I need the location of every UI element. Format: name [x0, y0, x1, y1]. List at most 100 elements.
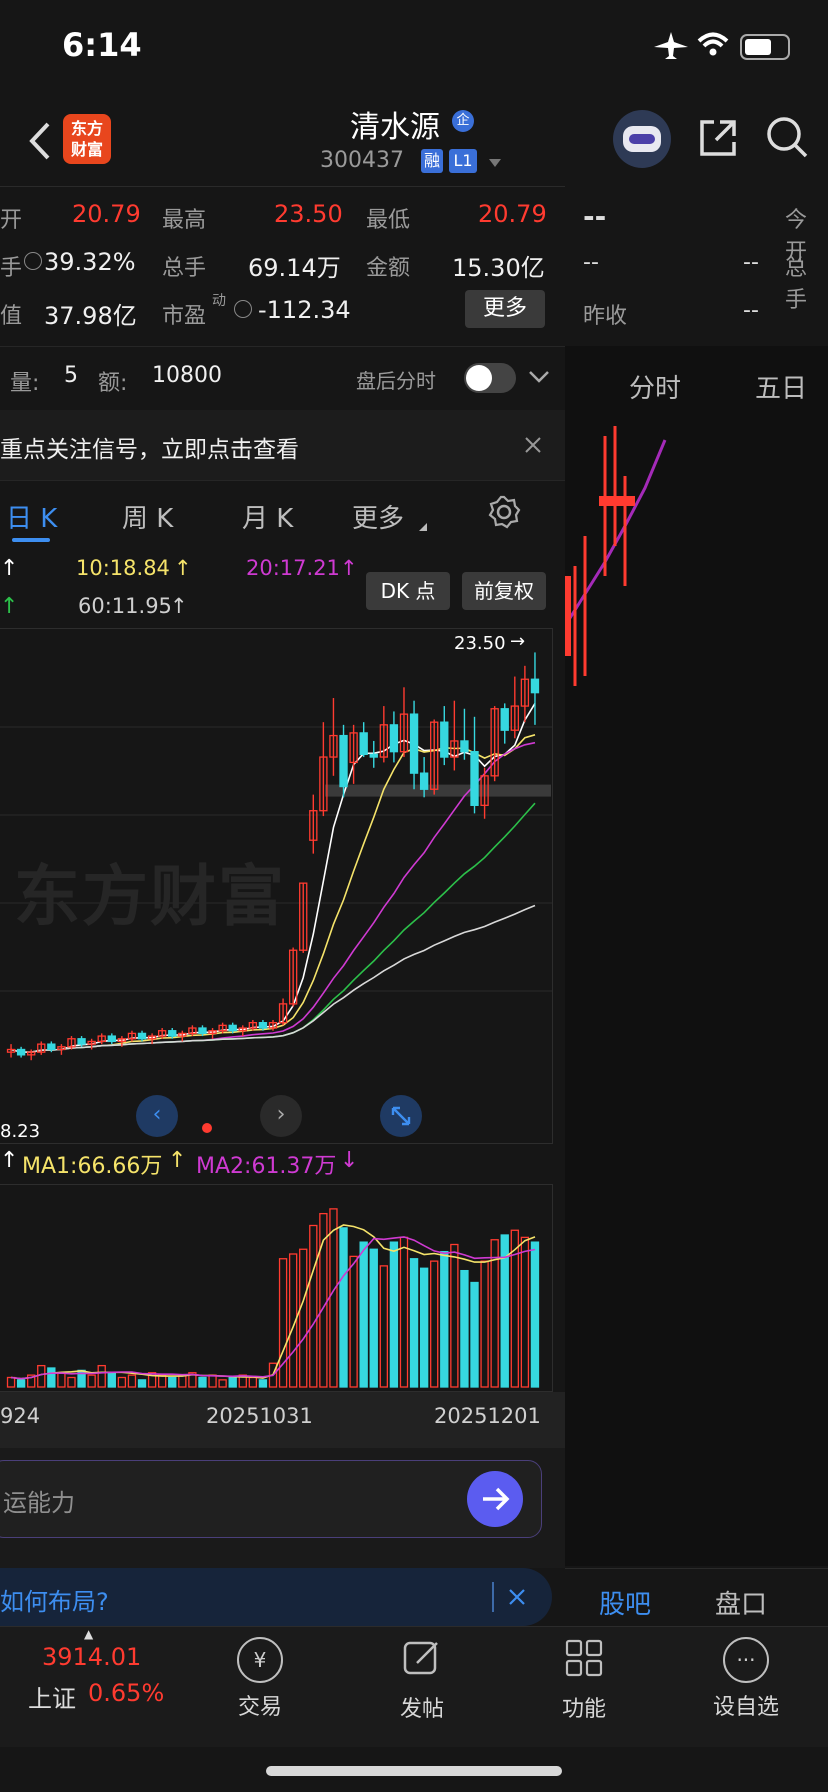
search-icon[interactable]: [766, 116, 810, 160]
index-value[interactable]: 3914.01: [42, 1643, 141, 1671]
tab-day-k[interactable]: 日 K: [6, 498, 57, 535]
robot-avatar-icon[interactable]: [613, 110, 671, 168]
more-stats-button[interactable]: 更多: [465, 290, 545, 328]
send-arrow-icon[interactable]: [467, 1471, 523, 1527]
layout-banner[interactable]: 如何布局?: [0, 1568, 552, 1626]
market-cap-value: 37.98亿: [44, 302, 137, 330]
tab-intraday[interactable]: 分时: [629, 368, 681, 405]
volume-bar: [369, 1248, 378, 1388]
volume-bar: [248, 1376, 258, 1388]
signal-notice[interactable]: 重点关注信号，立即点击查看: [0, 410, 565, 481]
chevron-left-icon[interactable]: [26, 120, 54, 162]
ma60-arrow: ↑: [170, 594, 188, 618]
close-icon[interactable]: [508, 1588, 526, 1606]
volume-bar: [107, 1372, 116, 1388]
nav-add-watchlist[interactable]: ··· 设自选: [686, 1637, 806, 1721]
dk-point-button[interactable]: DK 点: [366, 572, 450, 610]
bg-candle-body: [599, 496, 635, 506]
right-kline-svg: [565, 426, 667, 686]
index-up-triangle-icon: ▲: [84, 1627, 94, 1641]
kline-chart[interactable]: 东方财富 23.50 → 8.23 ‹ ›: [0, 628, 553, 1144]
tab-active-indicator: [12, 538, 50, 542]
candle-body: [107, 1035, 116, 1043]
nav-function[interactable]: 功能: [524, 1637, 644, 1723]
share-icon[interactable]: [698, 118, 738, 158]
volume-bar: [339, 1227, 348, 1388]
app-logo[interactable]: 东方 财富: [63, 114, 111, 164]
tab-month-k[interactable]: 月 K: [242, 498, 293, 535]
scroll-left-button[interactable]: ‹: [136, 1095, 178, 1137]
logo-text-bottom: 财富: [70, 140, 103, 159]
pe-info-icon[interactable]: [234, 300, 252, 318]
volume-bar: [178, 1374, 187, 1388]
tab-more[interactable]: 更多: [352, 498, 404, 535]
volume-bar: [460, 1269, 469, 1388]
nav-trade[interactable]: ¥ 交易: [200, 1637, 320, 1721]
volume-row: 量: 5 额: 10800 盘后分时: [0, 346, 565, 412]
tab-week-k[interactable]: 周 K: [122, 498, 173, 535]
volume-chart[interactable]: [0, 1184, 553, 1392]
scroll-right-button[interactable]: ›: [260, 1095, 302, 1137]
volume-bar: [470, 1281, 479, 1388]
total-volume-label: 总手: [162, 256, 207, 281]
ai-input-field[interactable]: 运能力: [0, 1460, 542, 1538]
home-indicator: [266, 1766, 562, 1776]
volume-bar: [349, 1255, 358, 1388]
volume-svg: [6, 1208, 540, 1388]
after-hours-toggle[interactable]: [464, 363, 516, 393]
yen-icon: ¥: [237, 1637, 283, 1683]
low-price-label: 8.23: [0, 1121, 41, 1142]
volume-value: 5: [64, 363, 78, 388]
date-axis: 924 20251031 20251201: [0, 1392, 565, 1448]
nav-header: 东方 财富 清水源 企 300437 融 L1: [0, 96, 828, 187]
tab-stock-forum[interactable]: 股吧: [599, 1584, 651, 1621]
vol-ma2: MA2:61.37万: [196, 1154, 337, 1179]
candle-body: [47, 1043, 56, 1051]
gear-icon[interactable]: [486, 494, 522, 530]
nav-post[interactable]: 发帖: [362, 1637, 482, 1723]
volume-bar: [480, 1260, 489, 1388]
volume-bar: [117, 1376, 127, 1388]
volume-bar: [198, 1376, 207, 1388]
ma30-arrow: ↑: [0, 594, 19, 619]
forward-adjust-button[interactable]: 前复权: [462, 572, 546, 610]
right-total-label: 总手: [785, 256, 808, 313]
ma60-value: 60:11.95: [78, 594, 172, 618]
dropdown-triangle-icon[interactable]: [488, 158, 502, 168]
ai-input-area: 运能力: [0, 1448, 565, 1568]
nav-watch-label: 设自选: [712, 1695, 779, 1720]
chevron-down-icon[interactable]: [528, 369, 550, 385]
volume-bar: [137, 1379, 147, 1388]
volume-ma-info: ↑ MA1:66.66万 ↑ MA2:61.37万 ↓: [0, 1148, 565, 1184]
pe-value: -112.34: [258, 296, 351, 324]
volume-bar: [97, 1364, 106, 1388]
close-icon[interactable]: [524, 436, 542, 454]
tab-order-book[interactable]: 盘口: [715, 1584, 767, 1621]
volume-bar: [258, 1379, 268, 1388]
volume-bar: [67, 1376, 76, 1388]
expand-icon[interactable]: [380, 1095, 422, 1137]
low-value: 20.79: [478, 200, 547, 228]
amount-short-label: 额:: [98, 371, 128, 396]
right-divider: [565, 1568, 828, 1569]
tab-five-day[interactable]: 五日: [755, 368, 807, 405]
status-bar: 6:14: [0, 0, 828, 96]
volume-bar: [329, 1208, 338, 1388]
volume-bar: [359, 1241, 368, 1388]
airplane-icon: [654, 32, 688, 59]
margin-badge: 融: [421, 149, 443, 173]
volume-bar: [47, 1367, 56, 1388]
volume-bar: [309, 1224, 318, 1388]
volume-bar: [520, 1236, 530, 1388]
right-top-value: --: [583, 200, 607, 233]
open-label: 开: [0, 208, 23, 233]
volume-bar: [16, 1379, 26, 1388]
candle-body: [409, 713, 419, 774]
index-name[interactable]: 上证: [28, 1679, 76, 1714]
level1-badge: L1: [449, 149, 477, 173]
high-price-label: 23.50: [454, 633, 506, 654]
info-circle-icon[interactable]: [24, 252, 42, 270]
corner-triangle-icon: [419, 523, 427, 531]
enterprise-badge: 企: [452, 110, 474, 132]
volume-bar: [299, 1248, 308, 1388]
